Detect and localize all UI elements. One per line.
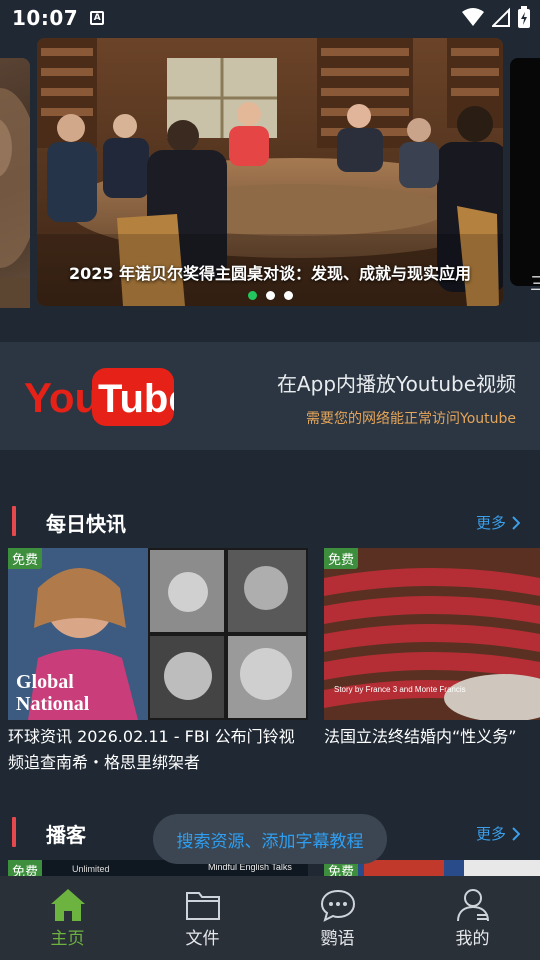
battery-icon xyxy=(518,6,530,28)
nav-label: 鹦语 xyxy=(320,929,355,949)
carousel-next-slide[interactable]: 三 xyxy=(510,58,540,295)
svg-text:Global: Global xyxy=(16,671,74,693)
news-thumbnail-image: Story by France 3 and Monte Francis xyxy=(324,548,540,720)
section-title: 播客 xyxy=(46,823,86,847)
more-label: 更多 xyxy=(475,514,506,532)
bottom-nav: 主页 文件 鹦语 我的 xyxy=(0,876,540,960)
chevron-right-icon xyxy=(512,515,520,530)
nav-label: 文件 xyxy=(185,929,220,949)
nav-label: 主页 xyxy=(50,929,85,949)
daily-news-more-link[interactable]: 更多 xyxy=(476,512,520,533)
section-accent-bar xyxy=(12,506,16,536)
svg-text:You: You xyxy=(24,374,100,421)
next-slide-caption-fragment: 三 xyxy=(530,274,540,295)
youtube-banner-subtitle: 需要您的网络能正常访问Youtube xyxy=(306,411,516,427)
carousel-dot[interactable] xyxy=(265,291,275,300)
carousel-prev-slide[interactable] xyxy=(0,58,30,308)
folder-icon xyxy=(185,892,220,920)
news-thumbnail: Story by France 3 and Monte Francis 免费 xyxy=(324,548,540,720)
carousel-current-slide[interactable]: 2025 年诺贝尔奖得主圆桌对谈：发现、成就与现实应用 xyxy=(37,38,503,306)
nav-item-profile[interactable]: 我的 xyxy=(405,876,540,960)
more-label: 更多 xyxy=(475,825,506,843)
chevron-right-icon xyxy=(512,826,520,841)
svg-text:Tube: Tube xyxy=(98,377,174,421)
carousel-pagination xyxy=(37,291,503,300)
svg-text:National: National xyxy=(16,693,90,715)
free-badge: 免费 xyxy=(8,860,43,876)
section-title: 每日快讯 xyxy=(46,512,126,536)
accessibility-a-icon: A xyxy=(90,11,105,25)
carousel-caption: 2025 年诺贝尔奖得主圆桌对谈：发现、成就与现实应用 xyxy=(68,264,472,283)
nav-item-chat[interactable]: 鹦语 xyxy=(270,876,405,960)
wifi-icon xyxy=(462,8,484,26)
tutorial-toast[interactable]: 搜索资源、添加字幕教程 xyxy=(153,814,387,864)
news-card[interactable]: Global National 免费 环球资讯 2026.02.11 - FBI… xyxy=(8,548,308,776)
home-icon xyxy=(50,889,85,921)
news-card-title: 法国立法终结婚内“性义务” xyxy=(324,727,517,746)
carousel-dot[interactable] xyxy=(283,291,293,300)
carousel-dot[interactable] xyxy=(247,291,257,300)
status-icons xyxy=(462,6,530,28)
svg-text:Story by France 3 and Monte Fr: Story by France 3 and Monte Francis xyxy=(334,685,466,694)
free-badge: 免费 xyxy=(324,548,359,569)
daily-news-header: 每日快讯 更多 xyxy=(0,506,540,538)
status-bar: 10:07 A xyxy=(0,0,540,36)
hero-carousel[interactable]: 2025 年诺贝尔奖得主圆桌对谈：发现、成就与现实应用 三 xyxy=(0,36,540,308)
youtube-banner[interactable]: You Tube 在App内播放Youtube视频 需要您的网络能正常访问You… xyxy=(0,342,540,450)
news-card[interactable]: Story by France 3 and Monte Francis 免费 法… xyxy=(324,548,540,750)
status-time: 10:07 xyxy=(12,6,79,30)
nav-item-files[interactable]: 文件 xyxy=(135,876,270,960)
svg-text:Unlimited: Unlimited xyxy=(72,864,110,874)
nav-item-home[interactable]: 主页 xyxy=(0,876,135,960)
chat-icon xyxy=(320,889,355,922)
free-badge: 免费 xyxy=(8,548,43,569)
youtube-logo: You Tube xyxy=(24,368,174,426)
section-accent-bar xyxy=(12,817,16,847)
podcast-more-link[interactable]: 更多 xyxy=(476,823,520,844)
youtube-banner-title: 在App内播放Youtube视频 xyxy=(276,372,516,396)
news-thumbnail: Global National 免费 xyxy=(8,548,308,720)
nav-label: 我的 xyxy=(455,929,490,949)
profile-icon xyxy=(456,889,489,922)
signal-icon xyxy=(492,7,510,27)
news-thumbnail-image: Global National xyxy=(8,548,308,720)
news-card-title: 环球资讯 2026.02.11 - FBI 公布门铃视频追查南希・格思里绑架者 xyxy=(8,727,295,772)
animal-thumbnail xyxy=(0,88,30,308)
